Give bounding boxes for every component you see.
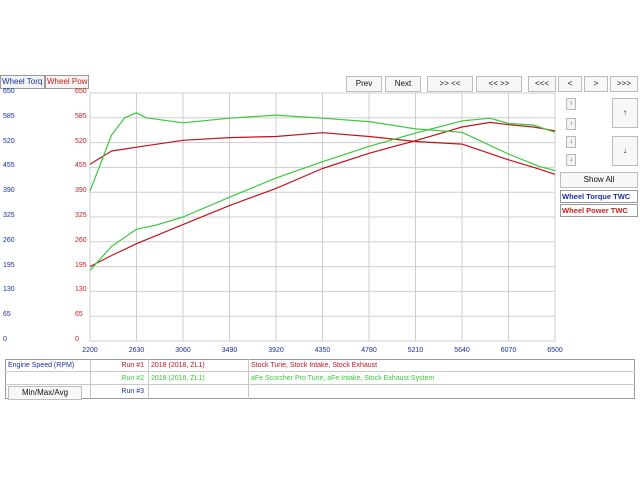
run-1-vehicle: 2018 (2018, ZL1) [151,362,205,369]
chart-grid [89,92,556,342]
run-1-name[interactable]: Run #1 [90,360,148,372]
min-max-avg-button[interactable]: Min/Max/Avg [8,386,82,400]
run-2-vehicle: 2018 (2018, ZL1) [151,375,205,382]
run-1-description: Stock Tune, Stock Intake, Stock Exhaust [251,362,378,369]
run-2-description: aFe Scorcher Pro Tune, aFe Intake, Stock… [251,375,435,382]
run-3-name[interactable]: Run #3 [90,386,148,398]
run-2-name[interactable]: Run #2 [90,373,148,385]
dyno-chart [89,92,556,342]
x-axis-label: Engine Speed (RPM) [8,362,75,369]
